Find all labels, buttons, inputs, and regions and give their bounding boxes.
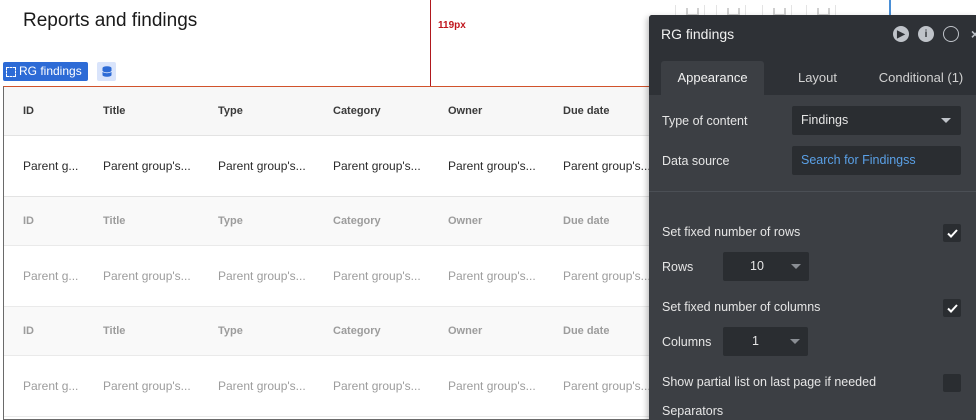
column-header: Category [333,215,381,227]
column-header: Type [218,105,243,117]
column-header: Owner [448,325,483,337]
table-header-row: ID Title Type Category Owner Due date [4,307,655,356]
panel-header: RG findings ▶ i × [649,15,976,53]
table-row: Parent g... Parent group's... Parent group… [4,356,655,417]
right-guide [889,0,891,16]
table-cell: Parent group's... [448,379,536,393]
table-cell: Parent g... [23,159,79,173]
comment-icon[interactable] [943,26,959,42]
table-cell: Parent group's... [218,379,306,393]
checkmark-icon [946,228,958,238]
tab-appearance[interactable]: Appearance [661,61,764,95]
chevron-down-icon [790,339,800,344]
separators-label: Separators [662,404,724,418]
table-cell: Parent group's... [103,269,191,283]
selection-icon [6,66,16,77]
data-source-field[interactable]: Search for Findingss [792,146,961,175]
column-header: Title [103,105,126,117]
column-header: Owner [448,105,483,117]
table-cell: Parent group's... [333,159,421,173]
fixed-rows-checkbox[interactable] [943,224,961,242]
database-icon[interactable] [97,62,116,81]
table-cell: Parent g... [23,269,79,283]
rows-dropdown[interactable]: 10 [723,252,809,281]
property-editor-panel: RG findings ▶ i × Appearance Layout Cond… [649,15,976,420]
table-cell: Parent g... [23,379,79,393]
table-cell: Parent group's... [563,159,651,173]
column-header: Title [103,215,126,227]
table-cell: Parent group's... [218,269,306,283]
close-icon[interactable]: × [967,26,976,42]
rows-value: 10 [750,259,764,273]
columns-label: Columns [662,335,712,349]
table-row: Parent g... Parent group's... Parent group… [4,136,655,197]
chevron-down-icon [791,264,801,269]
play-icon[interactable]: ▶ [893,26,909,42]
fixed-rows-label: Set fixed number of rows [662,225,801,239]
table-cell: Parent group's... [448,159,536,173]
rg-selection-tag[interactable]: RG findings [3,62,88,81]
column-header: Type [218,325,243,337]
rows-label: Rows [662,260,694,274]
table-cell: Parent group's... [563,269,651,283]
column-header: ID [23,105,34,117]
columns-dropdown[interactable]: 1 [723,327,808,356]
column-header: Due date [563,105,610,117]
table-cell: Parent group's... [333,379,421,393]
table-header-row: ID Title Type Category Owner Due date [4,87,655,136]
table-cell: Parent group's... [103,379,191,393]
guide-line [430,0,431,86]
type-of-content-label: Type of content [662,114,748,128]
data-source-label: Data source [662,154,730,168]
fixed-columns-checkbox[interactable] [943,299,961,317]
partial-list-checkbox[interactable] [943,374,961,392]
type-of-content-dropdown[interactable]: Findings [792,106,961,135]
column-header: Category [333,325,381,337]
page-title: Reports and findings [23,10,198,31]
column-header: Title [103,325,126,337]
type-of-content-value: Findings [801,113,849,127]
panel-title: RG findings [661,26,735,42]
checkmark-icon [946,303,958,313]
tab-layout[interactable]: Layout [785,61,850,95]
info-icon[interactable]: i [918,26,934,42]
column-header: ID [23,325,34,337]
table-cell: Parent group's... [448,269,536,283]
tab-conditional[interactable]: Conditional (1) [871,61,971,95]
rg-tag-label: RG findings [19,64,82,78]
column-header: Due date [563,325,610,337]
table-cell: Parent group's... [218,159,306,173]
section-divider [649,191,976,192]
fixed-columns-label: Set fixed number of columns [662,300,821,314]
column-header: Category [333,105,381,117]
table-cell: Parent group's... [103,159,191,173]
table-cell: Parent group's... [563,379,651,393]
guide-distance-label: 119px [438,20,466,31]
panel-tabs: Appearance Layout Conditional (1) [649,53,976,95]
table-header-row: ID Title Type Category Owner Due date [4,197,655,246]
column-header: ID [23,215,34,227]
column-header: Type [218,215,243,227]
repeating-group[interactable]: ID Title Type Category Owner Due date Parent g… [3,86,655,420]
partial-list-label: Show partial list on last page if needed [662,375,877,389]
column-header: Due date [563,215,610,227]
column-header: Owner [448,215,483,227]
chevron-down-icon [941,118,951,123]
columns-value: 1 [752,334,759,348]
table-row: Parent g... Parent group's... Parent group… [4,246,655,307]
table-cell: Parent group's... [333,269,421,283]
